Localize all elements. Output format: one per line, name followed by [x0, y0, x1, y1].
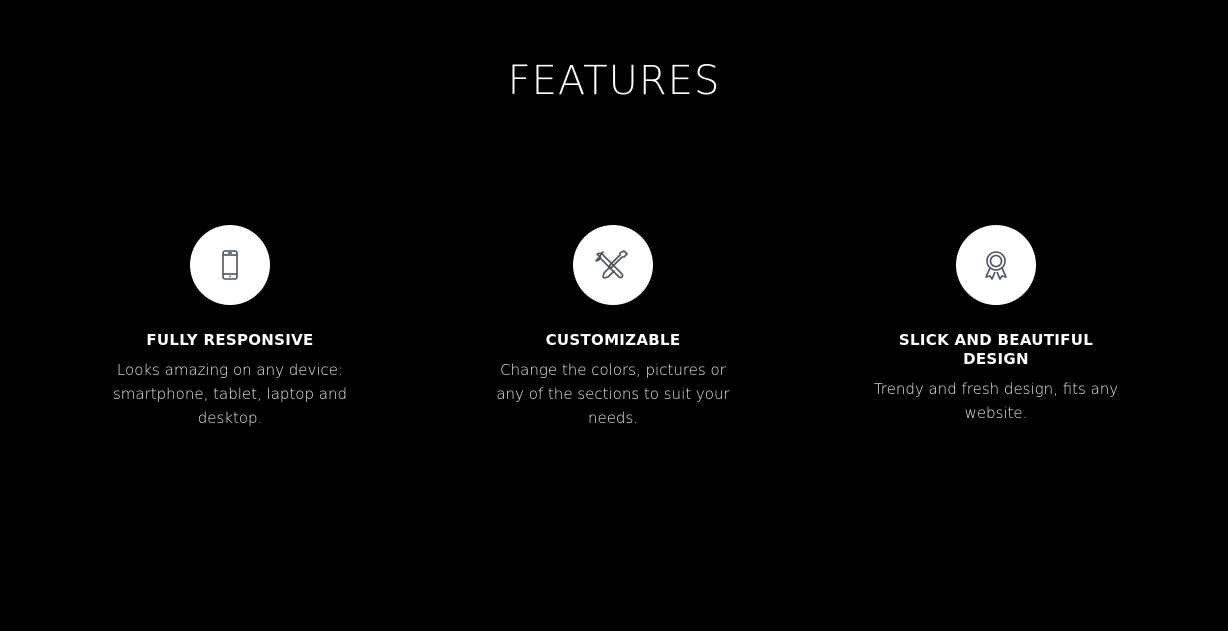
- section-title: FEATURES: [507, 58, 721, 104]
- feature-card-design: SLICK AND BEAUTIFUL DESIGN Trendy and fr…: [866, 225, 1126, 425]
- feature-card-responsive: FULLY RESPONSIVE Looks amazing on any de…: [100, 225, 360, 430]
- feature-description: Change the colors, pictures or any of th…: [496, 361, 730, 427]
- feature-icon-circle: [956, 225, 1036, 305]
- feature-title: FULLY RESPONSIVE: [146, 331, 314, 349]
- feature-icon-circle: [190, 225, 270, 305]
- smartphone-icon: [222, 250, 238, 280]
- features-row: FULLY RESPONSIVE Looks amazing on any de…: [0, 225, 1228, 485]
- feature-description: Trendy and fresh design, fits any websit…: [873, 380, 1119, 422]
- tools-icon: [595, 250, 628, 279]
- feature-card-customizable: CUSTOMIZABLE Change the colors, pictures…: [483, 225, 743, 430]
- award-ribbon-icon: [985, 251, 1007, 280]
- feature-icon-circle: [573, 225, 653, 305]
- feature-title: CUSTOMIZABLE: [545, 331, 681, 349]
- feature-title: SLICK AND BEAUTIFUL DESIGN: [898, 331, 1094, 368]
- feature-description: Looks amazing on any device: smartphone,…: [112, 361, 347, 427]
